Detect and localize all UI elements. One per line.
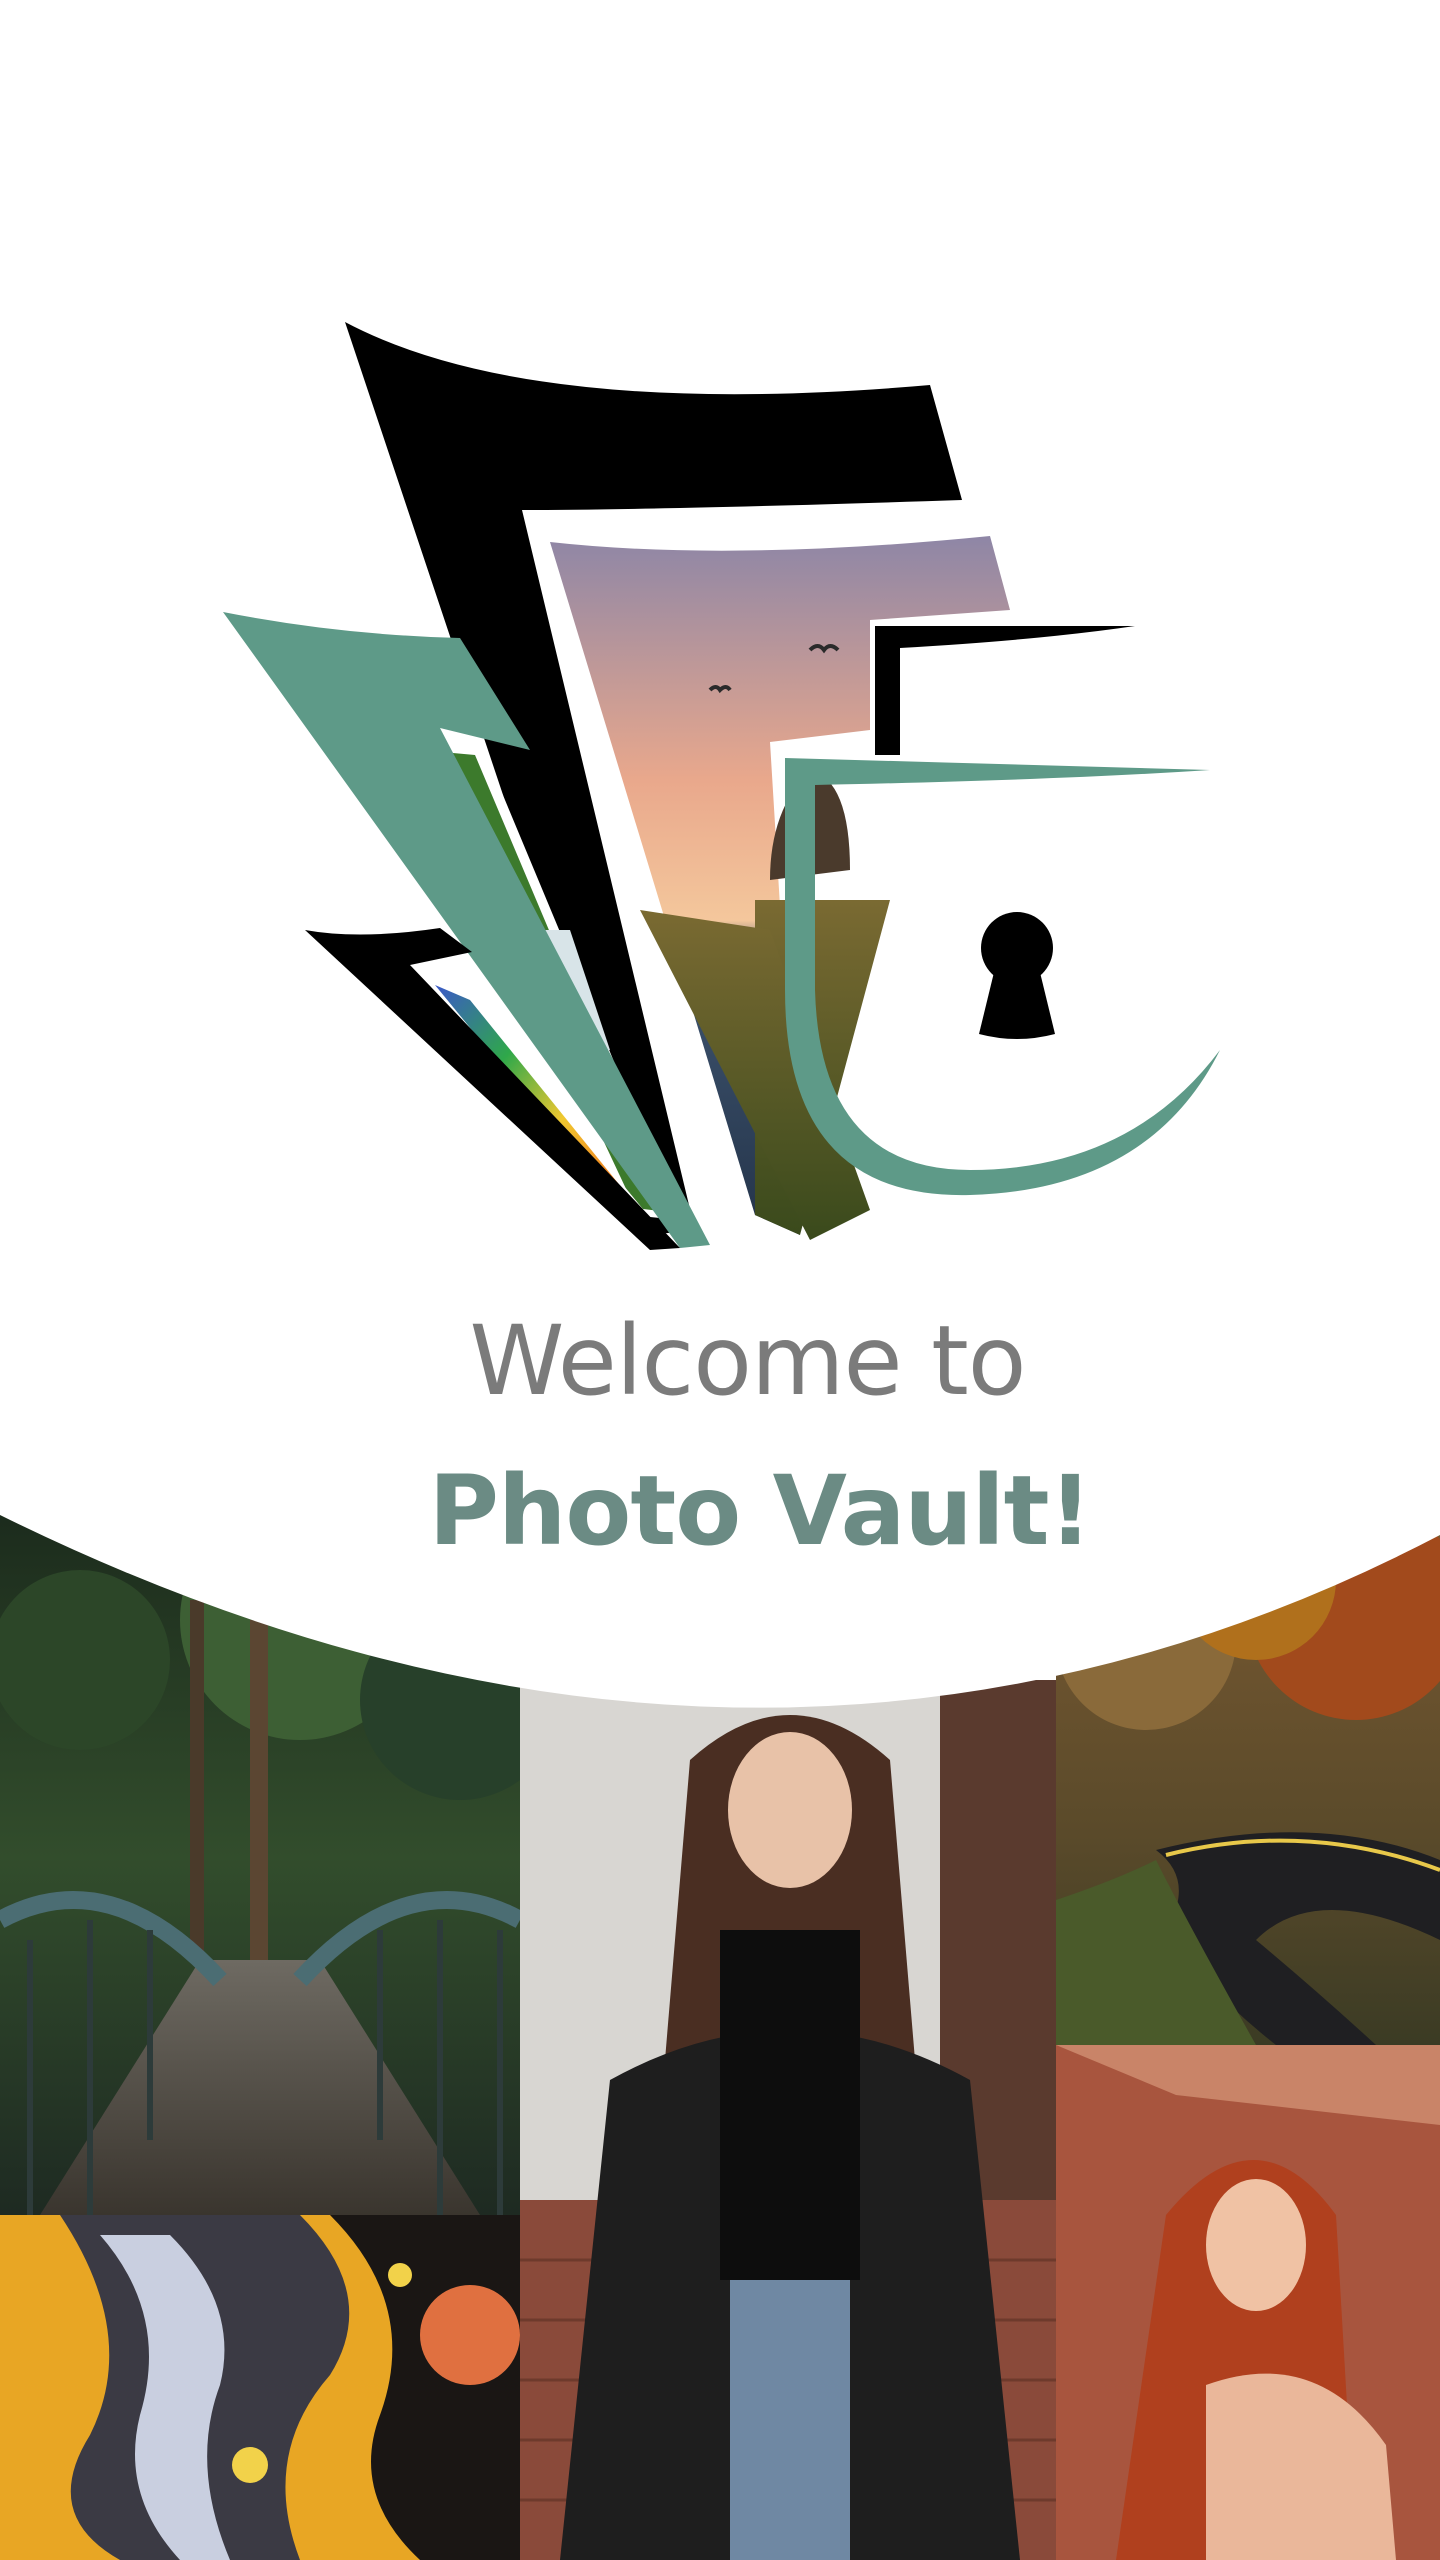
app-name-title: Photo Vault!: [428, 1455, 1093, 1567]
woman-portrait-photo: [520, 1680, 1056, 2560]
redhead-portrait-photo: [1056, 2045, 1440, 2560]
bridge-photo: [0, 1500, 520, 2215]
autumn-road-photo: [1056, 1520, 1440, 2045]
keyhole-icon: [979, 912, 1055, 1039]
abstract-paint-photo: [0, 2215, 520, 2560]
welcome-heading: Welcome to: [469, 1305, 1026, 1417]
splash-screen: Welcome to Photo Vault!: [0, 0, 1440, 2560]
photo-vault-lock-icon: [210, 310, 1230, 1260]
